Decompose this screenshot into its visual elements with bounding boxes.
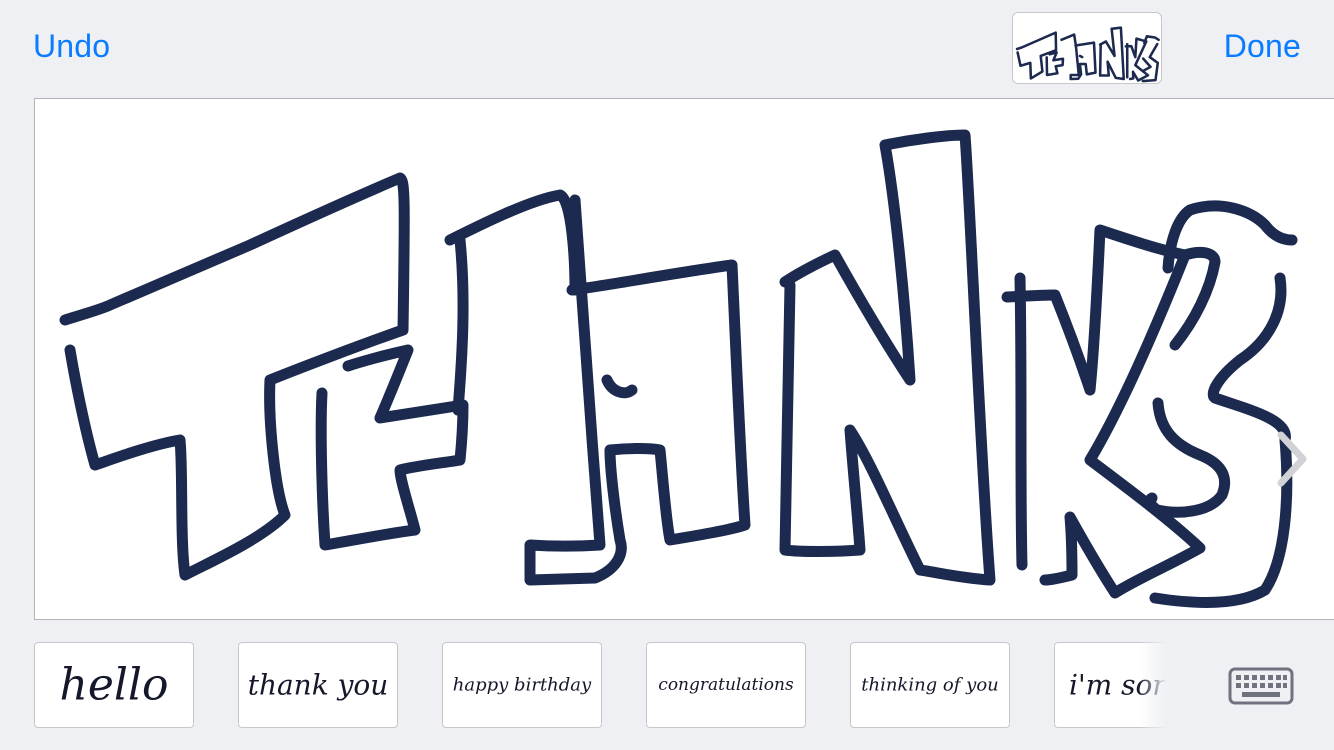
handwriting-preview-thumbnail[interactable] — [1012, 12, 1162, 84]
handwriting-canvas[interactable] — [34, 98, 1334, 620]
template-hello[interactable]: hello — [34, 642, 194, 728]
chevron-right-icon[interactable] — [1272, 429, 1312, 489]
template-label: thank you — [247, 668, 389, 702]
template-thinking-of-you[interactable]: thinking of you — [850, 642, 1010, 728]
template-thank-you[interactable]: thank you — [238, 642, 398, 728]
template-label: hello — [59, 659, 169, 711]
thanks-handwriting-drawing — [59, 129, 1298, 608]
template-congratulations[interactable]: congratulations — [646, 642, 806, 728]
template-label: thinking of you — [861, 674, 999, 696]
template-label: congratulations — [658, 675, 794, 695]
template-label: happy birthday — [452, 674, 592, 696]
keyboard-icon[interactable] — [1228, 667, 1294, 705]
done-button[interactable]: Done — [1224, 28, 1301, 65]
thanks-thumbnail-drawing — [1015, 26, 1160, 83]
scroll-fade — [1139, 642, 1165, 728]
handwriting-template-strip: hello thank you happy birthday congratul… — [34, 642, 1165, 728]
undo-button[interactable]: Undo — [33, 28, 110, 65]
template-happy-birthday[interactable]: happy birthday — [442, 642, 602, 728]
